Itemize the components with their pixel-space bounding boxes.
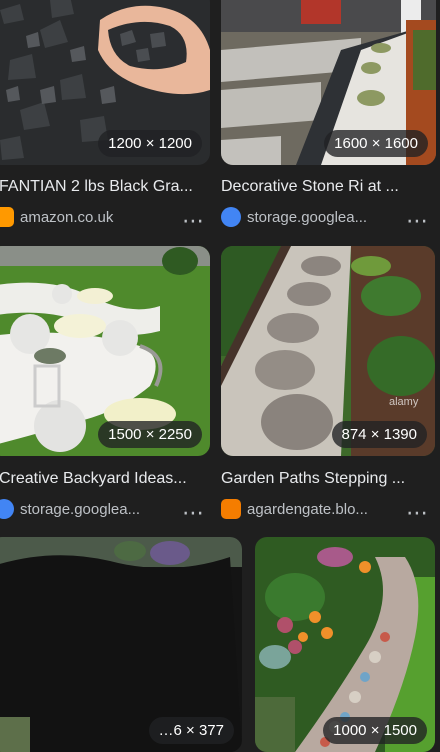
image-dimensions: …6 × 377 [148,717,234,744]
result-thumbnail-1[interactable]: 1200 × 1200 [0,0,210,165]
blogger-icon [221,499,241,519]
result-title-2[interactable]: Decorative Stone Ri at ... [221,178,433,196]
result-source-1[interactable]: amazon.co.uk [0,207,113,227]
result-title-4[interactable]: Garden Paths Stepping ... [221,470,433,488]
result-title-1[interactable]: FANTIAN 2 lbs Black Gra... [0,178,211,196]
more-options-button[interactable]: ⋯ [182,210,205,232]
image-dimensions: 1500 × 2250 [98,421,202,448]
image-dimensions: 1200 × 1200 [98,130,202,157]
result-thumbnail-5[interactable]: …6 × 377 [0,537,242,752]
more-options-button[interactable]: ⋯ [406,210,429,232]
image-dimensions: 1600 × 1600 [324,130,428,157]
result-source-4[interactable]: agardengate.blo... [221,499,368,519]
more-options-button[interactable]: ⋯ [182,502,205,524]
amazon-icon [0,207,14,227]
google-cloud-icon [0,499,14,519]
alamy-watermark: alamy [389,396,419,408]
result-thumbnail-3[interactable]: 1500 × 2250 [0,246,210,456]
google-cloud-icon [221,207,241,227]
image-dimensions: 874 × 1390 [331,421,427,448]
result-title-3[interactable]: Creative Backyard Ideas... [0,470,211,488]
result-thumbnail-6[interactable]: 1000 × 1500 [255,537,435,752]
image-dimensions: 1000 × 1500 [323,717,427,744]
result-source-3[interactable]: storage.googlea... [0,499,140,519]
result-thumbnail-4[interactable]: alamy 874 × 1390 [221,246,435,456]
result-thumbnail-2[interactable]: 1600 × 1600 [221,0,436,165]
result-source-2[interactable]: storage.googlea... [221,207,367,227]
more-options-button[interactable]: ⋯ [406,502,429,524]
